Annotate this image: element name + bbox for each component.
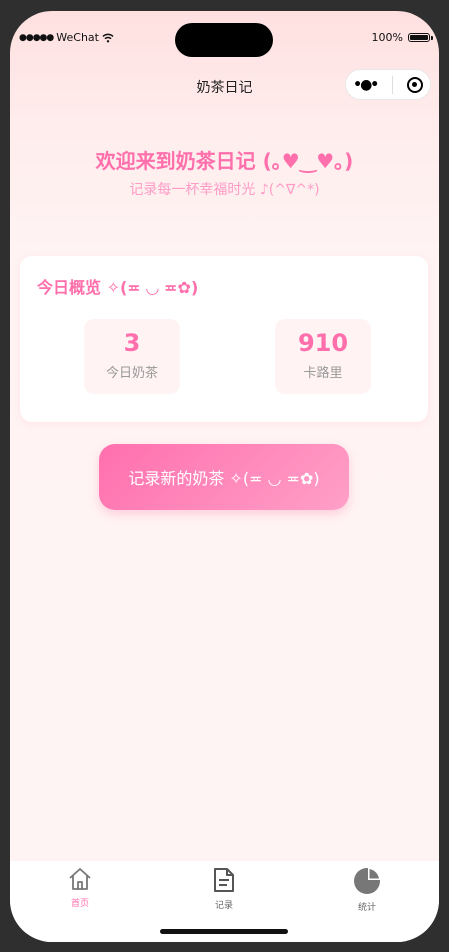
signal-icon: ●●●●● [19, 32, 54, 43]
capsule-divider [391, 75, 393, 94]
stat-value: 3 [123, 329, 141, 357]
close-target-icon[interactable] [406, 76, 423, 93]
welcome-subtitle: 记录每一杯幸福时光 ♪(^∇^*) [129, 182, 320, 198]
overview-title: 今日概览 ✧(≖ ◡ ≖✿) [37, 278, 199, 297]
tab-bar: 首页 记录 统计 [10, 861, 439, 942]
stat-value: 910 [297, 329, 349, 357]
tab-home[interactable]: 首页 [40, 867, 120, 909]
phone-screen: ●●●●● WeChat 100% 奶茶日记 •●• 欢迎来到奶茶日记 (｡♥‿… [10, 11, 439, 942]
tab-stats[interactable]: 统计 [327, 867, 407, 913]
tab-label: 统计 [357, 903, 376, 913]
battery-percent: 100% [371, 31, 403, 44]
record-new-tea-button[interactable]: 记录新的奶茶 ✧(≖ ◡ ≖✿) [99, 444, 349, 510]
status-bar: ●●●●● WeChat 100% [10, 31, 439, 49]
mini-program-capsule[interactable]: •●• [345, 69, 431, 100]
stat-calories: 910 卡路里 [275, 319, 371, 394]
stat-today-tea: 3 今日奶茶 [84, 319, 180, 394]
today-overview-card: 今日概览 ✧(≖ ◡ ≖✿) 3 今日奶茶 910 卡路里 [20, 256, 428, 422]
tab-label: 记录 [214, 901, 233, 911]
home-icon [69, 868, 91, 890]
document-icon [214, 868, 234, 892]
more-icon[interactable]: •●• [353, 77, 379, 93]
tab-label: 首页 [70, 899, 89, 909]
stat-label: 今日奶茶 [105, 366, 158, 381]
welcome-title: 欢迎来到奶茶日记 (｡♥‿♥｡) [95, 149, 354, 173]
tab-records[interactable]: 记录 [184, 867, 264, 911]
carrier-name: WeChat [56, 31, 99, 44]
battery-icon [408, 33, 433, 42]
stat-label: 卡路里 [303, 366, 343, 381]
pie-chart-icon [354, 867, 381, 894]
wifi-icon [102, 33, 114, 42]
home-indicator [160, 929, 288, 934]
